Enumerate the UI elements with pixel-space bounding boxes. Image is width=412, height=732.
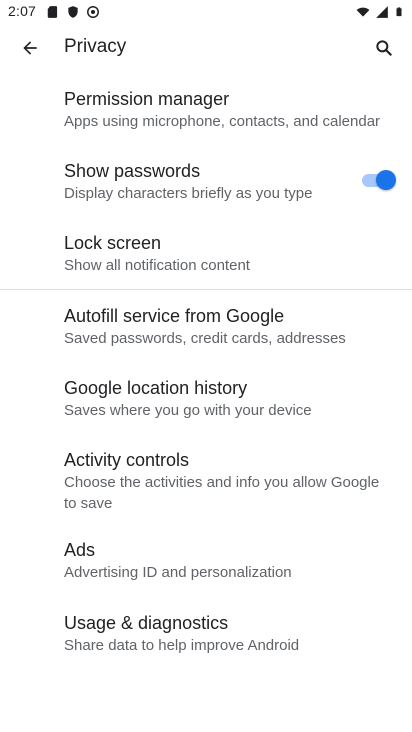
search-icon — [376, 40, 392, 56]
battery-icon — [396, 7, 402, 17]
permission-manager-item[interactable]: Permission manager Apps using microphone… — [0, 72, 412, 142]
item-title: Lock screen — [64, 233, 162, 253]
cell-signal-icon — [376, 6, 388, 18]
item-subtitle: Choose the activities and info you allow… — [64, 474, 380, 512]
item-subtitle: Apps using microphone, contacts, and cal… — [64, 113, 381, 130]
item-title: Show passwords — [64, 161, 201, 181]
show-passwords-toggle[interactable] — [360, 169, 396, 191]
item-title: Permission manager — [64, 89, 230, 109]
item-title: Google location history — [64, 378, 248, 398]
location-history-item[interactable]: Google location history Saves where you … — [0, 362, 412, 434]
status-bar: 2:07 — [0, 0, 412, 24]
item-title: Ads — [64, 540, 96, 560]
item-subtitle: Display characters briefly as you type — [64, 185, 313, 202]
search-button[interactable] — [362, 26, 406, 70]
privacy-settings-screen: 2:07 Privacy Permission manager Apps usi… — [0, 0, 412, 732]
shield-icon — [68, 6, 78, 18]
item-title: Usage & diagnostics — [64, 613, 229, 633]
ads-item[interactable]: Ads Advertising ID and personalization — [0, 526, 412, 600]
status-time: 2:07 — [8, 3, 37, 19]
item-subtitle: Saves where you go with your device — [64, 402, 312, 419]
back-button[interactable] — [8, 26, 52, 70]
item-title: Activity controls — [64, 450, 190, 470]
show-passwords-item[interactable]: Show passwords Display characters briefl… — [0, 142, 412, 214]
autofill-service-item[interactable]: Autofill service from Google Saved passw… — [0, 290, 412, 362]
item-title: Autofill service from Google — [64, 306, 285, 326]
lock-screen-item[interactable]: Lock screen Show all notification conten… — [0, 214, 412, 288]
activity-controls-item[interactable]: Activity controls Choose the activities … — [0, 434, 412, 526]
item-subtitle: Saved passwords, credit cards, addresses — [64, 330, 346, 347]
item-subtitle: Show all notification content — [64, 257, 250, 274]
sd-card-icon — [47, 6, 58, 18]
toggle-thumb — [376, 170, 396, 190]
wifi-icon — [356, 7, 370, 17]
page-title: Privacy — [64, 36, 127, 57]
arrow-back-icon — [23, 41, 37, 55]
item-subtitle: Advertising ID and personalization — [64, 564, 292, 581]
item-subtitle: Share data to help improve Android — [64, 637, 300, 654]
usage-diagnostics-item[interactable]: Usage & diagnostics Share data to help i… — [0, 600, 412, 674]
sync-icon — [87, 6, 99, 18]
top-app-bar: Privacy — [0, 24, 412, 72]
